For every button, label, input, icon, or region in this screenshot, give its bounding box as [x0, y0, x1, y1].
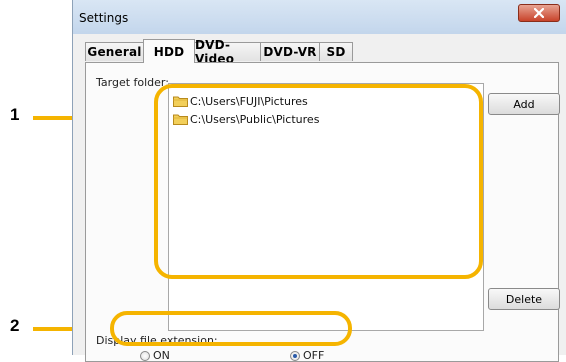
tab-sd[interactable]: SD — [319, 42, 353, 61]
target-folder-label: Target folder: — [96, 76, 169, 89]
window-title: Settings — [79, 11, 129, 25]
close-button[interactable] — [518, 4, 560, 22]
folder-path: C:\Users\FUJI\Pictures — [190, 94, 308, 108]
list-item[interactable]: C:\Users\FUJI\Pictures — [173, 93, 308, 109]
hdd-panel: Target folder: C:\Users\FUJI\Pictures C:… — [85, 62, 560, 362]
callout-2-number: 2 — [10, 316, 20, 335]
add-button[interactable]: Add — [488, 93, 560, 115]
radio-off-label: OFF — [303, 349, 325, 362]
tab-dvd-video[interactable]: DVD-Video — [194, 38, 261, 66]
folder-icon — [173, 113, 190, 125]
tab-hdd[interactable]: HDD — [143, 39, 195, 63]
radio-on-circle[interactable] — [140, 350, 150, 361]
list-item[interactable]: C:\Users\Public\Pictures — [173, 111, 319, 127]
callout-1-number: 1 — [10, 105, 20, 124]
delete-button[interactable]: Delete — [488, 288, 560, 310]
radio-off[interactable]: OFF — [290, 349, 324, 362]
title-bar[interactable]: Settings — [73, 0, 566, 34]
close-icon — [534, 8, 544, 18]
radio-on-label: ON — [153, 349, 170, 362]
radio-off-circle[interactable] — [290, 350, 300, 361]
folder-path: C:\Users\Public\Pictures — [190, 112, 320, 126]
tab-dvd-vr[interactable]: DVD-VR — [260, 42, 320, 61]
target-folder-list[interactable]: C:\Users\FUJI\Pictures C:\Users\Public\P… — [168, 83, 484, 331]
display-extension-label: Display file extension: — [96, 334, 218, 347]
dialog-client: General HDD DVD-Video DVD-VR SD Target f… — [73, 34, 566, 362]
settings-window: Settings General HDD DVD-Video DVD-VR SD… — [72, 0, 566, 362]
radio-on[interactable]: ON — [140, 349, 170, 362]
tab-general[interactable]: General — [85, 42, 144, 61]
folder-icon — [173, 95, 190, 107]
